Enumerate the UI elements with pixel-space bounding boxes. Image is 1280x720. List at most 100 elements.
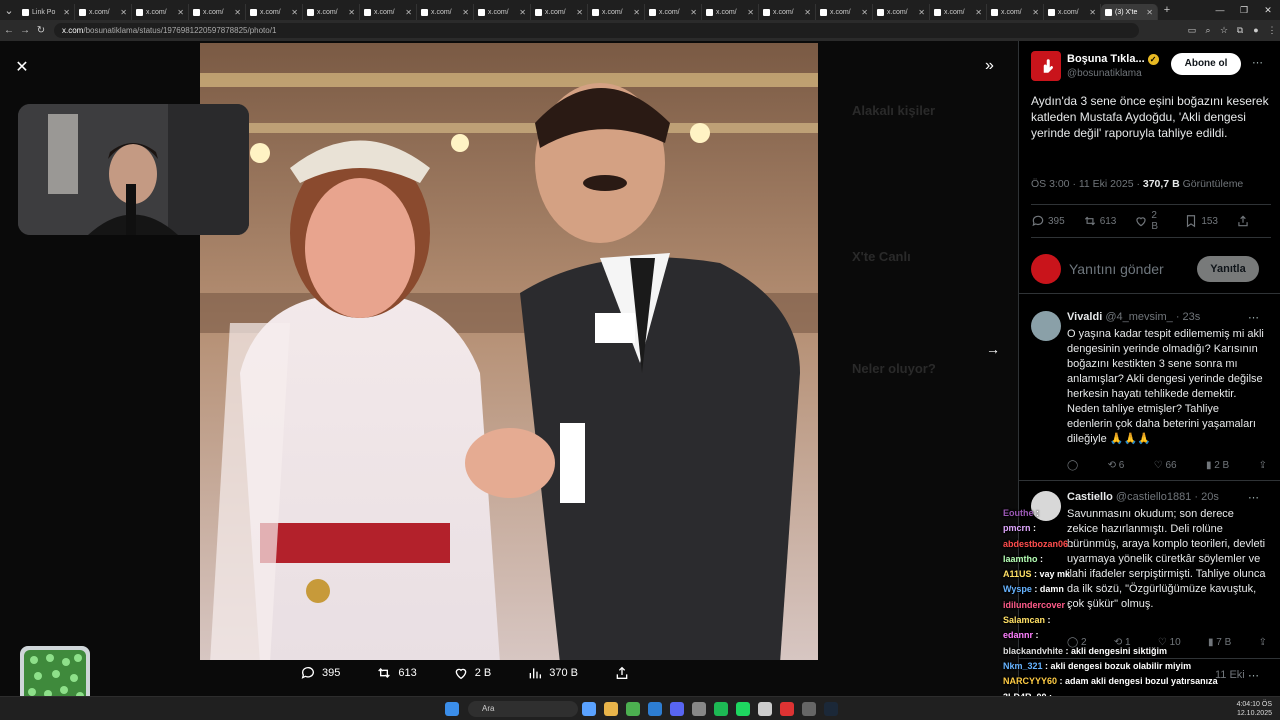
steam-icon[interactable] bbox=[824, 702, 838, 716]
chat-username[interactable]: Salamcan bbox=[1003, 615, 1045, 625]
tab[interactable]: x.com/ ✕ bbox=[417, 4, 474, 20]
viewer-views-button[interactable]: 370 B bbox=[527, 665, 578, 681]
app-icon[interactable] bbox=[692, 702, 706, 716]
tab-close-icon[interactable]: ✕ bbox=[918, 8, 925, 17]
tab-close-icon[interactable]: ✕ bbox=[234, 8, 241, 17]
reply-repost-button[interactable]: ⟲ 6 bbox=[1108, 460, 1125, 471]
subscribe-button[interactable]: Abone ol bbox=[1171, 53, 1241, 75]
tab[interactable]: x.com/ ✕ bbox=[75, 4, 132, 20]
tab-close-icon[interactable]: ✕ bbox=[291, 8, 298, 17]
reply-like-button[interactable]: ♡ 66 bbox=[1154, 460, 1177, 471]
tab[interactable]: x.com/ ✕ bbox=[1044, 4, 1101, 20]
bookmark-star-icon[interactable]: ☆ bbox=[1216, 25, 1232, 36]
chat-username[interactable]: edannr bbox=[1003, 630, 1033, 640]
repost-button[interactable]: 613 bbox=[1083, 214, 1116, 228]
tab[interactable]: x.com/ ✕ bbox=[930, 4, 987, 20]
tab[interactable]: x.com/ ✕ bbox=[246, 4, 303, 20]
tab-close-icon[interactable]: ✕ bbox=[120, 8, 127, 17]
tab[interactable]: x.com/ ✕ bbox=[132, 4, 189, 20]
reply-author-handle[interactable]: @castiello1881 bbox=[1116, 491, 1191, 503]
tab-close-icon[interactable]: ✕ bbox=[1089, 8, 1096, 17]
tab-search-icon[interactable]: ⌄ bbox=[0, 4, 18, 17]
tab[interactable]: x.com/ ✕ bbox=[360, 4, 417, 20]
tab-close-icon[interactable]: ✕ bbox=[1032, 8, 1039, 17]
tab[interactable]: x.com/ ✕ bbox=[189, 4, 246, 20]
reply-author-name[interactable]: Vivaldi bbox=[1067, 311, 1102, 323]
tab[interactable]: x.com/ ✕ bbox=[702, 4, 759, 20]
tab[interactable]: x.com/ ✕ bbox=[588, 4, 645, 20]
tab[interactable]: x.com/ ✕ bbox=[645, 4, 702, 20]
tab-close-icon[interactable]: ✕ bbox=[690, 8, 697, 17]
restore-icon[interactable]: ❐ bbox=[1232, 0, 1256, 20]
reply-item[interactable]: Vivaldi @4_mevsim_ · 23s ⋯ O yaşına kada… bbox=[1019, 303, 1280, 481]
viewer-repost-button[interactable]: 613 bbox=[376, 665, 417, 681]
tab-close-icon[interactable]: ✕ bbox=[519, 8, 526, 17]
tab-close-icon[interactable]: ✕ bbox=[576, 8, 583, 17]
chat-username[interactable]: Wyspe bbox=[1003, 584, 1032, 594]
chat-username[interactable]: A11US bbox=[1003, 569, 1032, 579]
tab[interactable]: x.com/ ✕ bbox=[987, 4, 1044, 20]
chat-username[interactable]: blackandvhite bbox=[1003, 646, 1063, 656]
chat-username[interactable]: pmcrn bbox=[1003, 523, 1031, 533]
reply-submit-button[interactable]: Yanıtla bbox=[1197, 256, 1259, 282]
copilot-icon[interactable] bbox=[582, 702, 596, 716]
reply-input[interactable]: Yanıtını gönder bbox=[1069, 261, 1164, 277]
reply-button[interactable]: 395 bbox=[1031, 214, 1065, 228]
tab-close-icon[interactable]: ✕ bbox=[348, 8, 355, 17]
extensions-icon[interactable]: ⧉ bbox=[1232, 25, 1248, 36]
start-icon[interactable] bbox=[445, 702, 459, 716]
zoom-icon[interactable]: ⌕ bbox=[1200, 25, 1216, 36]
tab-close-icon[interactable]: ✕ bbox=[177, 8, 184, 17]
reload-icon[interactable]: ↻ bbox=[34, 25, 48, 36]
close-viewer-button[interactable]: ✕ bbox=[12, 57, 32, 77]
tab-close-icon[interactable]: ✕ bbox=[975, 8, 982, 17]
tab-close-icon[interactable]: ✕ bbox=[861, 8, 868, 17]
tab[interactable]: x.com/ ✕ bbox=[759, 4, 816, 20]
next-photo-button[interactable]: → bbox=[986, 341, 1000, 357]
share-button[interactable] bbox=[1236, 214, 1253, 228]
viewer-like-button[interactable]: 2 B bbox=[453, 665, 491, 681]
whatsapp-icon[interactable] bbox=[714, 702, 728, 716]
post-time[interactable]: ÖS 3:00 · 11 Eki 2025 · bbox=[1031, 178, 1140, 190]
taskbar-search[interactable]: Ara bbox=[468, 701, 578, 717]
profile-icon[interactable]: ● bbox=[1248, 25, 1264, 36]
tab[interactable]: x.com/ ✕ bbox=[873, 4, 930, 20]
author-avatar[interactable] bbox=[1031, 51, 1061, 81]
like-button[interactable]: 2 B bbox=[1134, 210, 1166, 232]
reply-author-name[interactable]: Castiello bbox=[1067, 491, 1113, 503]
close-window-icon[interactable]: ✕ bbox=[1256, 0, 1280, 20]
bookmark-button[interactable]: 153 bbox=[1184, 214, 1218, 228]
tab-close-icon[interactable]: ✕ bbox=[747, 8, 754, 17]
reply-more-icon[interactable]: ⋯ bbox=[1248, 311, 1259, 324]
viewer-share-button[interactable] bbox=[614, 665, 636, 681]
url-field[interactable]: x.com /bosunatiklama/status/197698122059… bbox=[54, 23, 1139, 38]
reply-reply-icon[interactable]: ◯ bbox=[1067, 460, 1078, 471]
tab-close-icon[interactable]: ✕ bbox=[462, 8, 469, 17]
new-tab-icon[interactable]: + bbox=[1158, 4, 1176, 16]
chat-username[interactable]: abdestbozan06 bbox=[1003, 539, 1068, 549]
chat-username[interactable]: Nkm_321 bbox=[1003, 661, 1043, 671]
chat-username[interactable]: Iaamtho bbox=[1003, 554, 1038, 564]
menu-icon[interactable]: ⋮ bbox=[1264, 25, 1280, 36]
reply-share-icon[interactable]: ⇪ bbox=[1259, 460, 1267, 471]
reply-author-handle[interactable]: @4_mevsim_ bbox=[1105, 311, 1172, 323]
chrome-icon[interactable] bbox=[626, 702, 640, 716]
collapse-panel-button[interactable]: » bbox=[985, 57, 994, 75]
forward-icon[interactable]: → bbox=[18, 25, 32, 36]
tab-close-icon[interactable]: ✕ bbox=[804, 8, 811, 17]
back-icon[interactable]: ← bbox=[2, 25, 16, 36]
system-tray-clock[interactable]: 4:04:10 ÖS 12.10.2025 bbox=[1237, 700, 1272, 718]
post-more-icon[interactable]: ⋯ bbox=[1252, 56, 1263, 69]
settings-app-icon[interactable] bbox=[802, 702, 816, 716]
chat-username[interactable]: Eouthe bbox=[1003, 508, 1034, 518]
chat-username[interactable]: idilundercover bbox=[1003, 600, 1065, 610]
tab[interactable]: x.com/ ✕ bbox=[474, 4, 531, 20]
viewer-reply-button[interactable]: 395 bbox=[300, 665, 340, 681]
tab[interactable]: Link Po ✕ bbox=[18, 4, 75, 20]
file-explorer-icon[interactable] bbox=[604, 702, 618, 716]
my-avatar[interactable] bbox=[1031, 254, 1061, 284]
obs-icon[interactable] bbox=[758, 702, 772, 716]
reply-views-button[interactable]: ▮ 2 B bbox=[1206, 460, 1229, 471]
chat-username[interactable]: NARCYYY60 bbox=[1003, 676, 1057, 686]
tab-active[interactable]: (3) X'te ✕ bbox=[1101, 4, 1158, 20]
